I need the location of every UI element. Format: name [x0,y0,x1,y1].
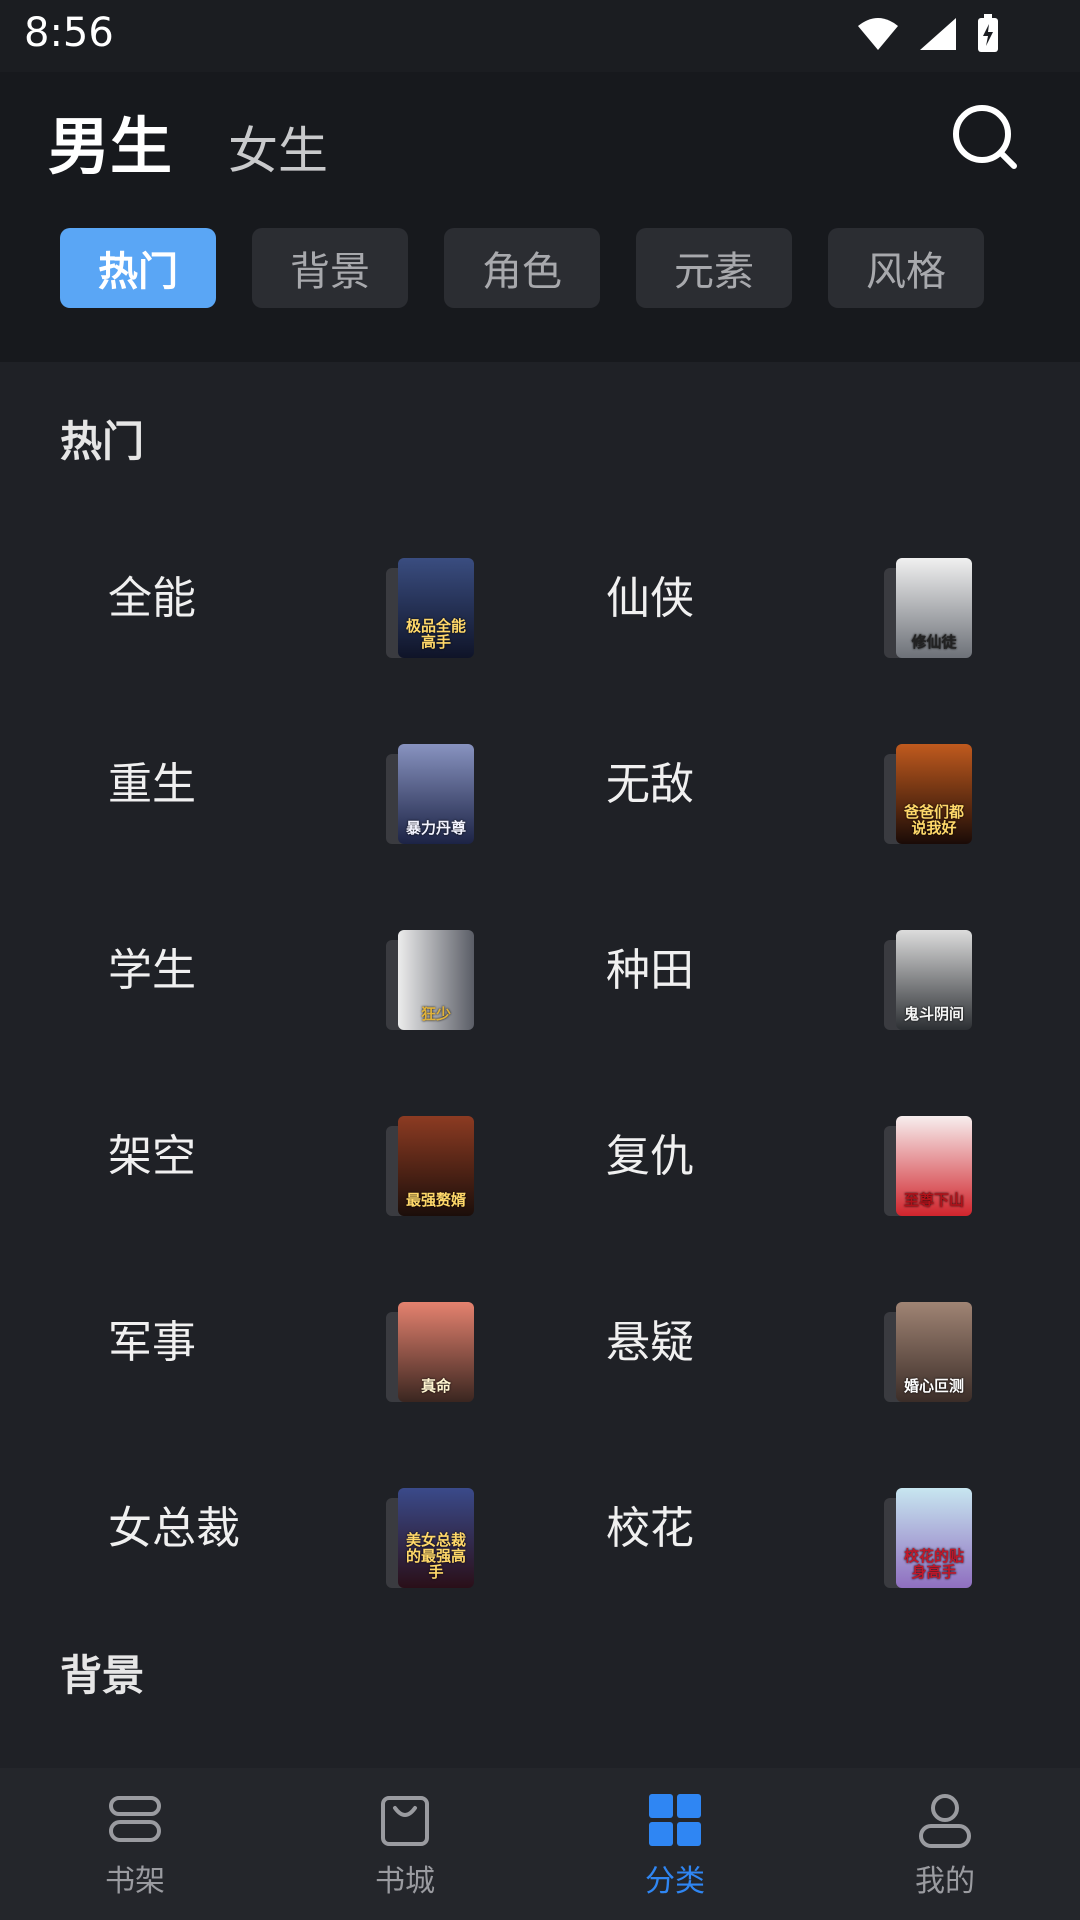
cover-title: 真命 [420,1377,451,1395]
battery-charging-icon [978,14,998,52]
cover-title: 修仙徒 [911,633,957,651]
nav-label: 书架 [105,1864,165,1899]
category-item[interactable]: 重生 暴力丹尊 [0,684,540,870]
chip-style[interactable]: 风格 [828,228,984,308]
book-cover: 爸爸们都说我好 [896,744,972,844]
gender-tabs: 男生 女生 [48,96,328,186]
book-cover: 真命 [398,1302,474,1402]
search-icon [953,105,1017,169]
nav-label: 分类 [645,1864,705,1899]
cover-title: 至尊下山 [903,1191,964,1209]
category-item[interactable]: 架空 最强赘婿 [0,1056,540,1242]
nav-label: 书城 [375,1864,435,1899]
chip-role[interactable]: 角色 [444,228,600,308]
category-label: 全能 [108,573,196,624]
book-cover: 最强赘婿 [398,1116,474,1216]
wifi-icon [858,18,898,50]
category-item[interactable]: 悬疑 婚心叵测 [498,1242,1038,1428]
book-cover: 鬼斗阴间 [896,930,972,1030]
signal-icon [920,18,956,50]
category-item[interactable]: 女总裁 美女总裁的最强高手 [0,1428,540,1614]
cover-title: 鬼斗阴间 [903,1005,964,1023]
category-item[interactable]: 复仇 至尊下山 [498,1056,1038,1242]
bookshelf-icon [109,1796,161,1842]
bottom-nav: 书架 书城 分类 我的 [0,1768,1080,1920]
cover-title: 狂少 [420,1005,451,1023]
cover-title: 美女总裁的最强高手 [405,1531,466,1581]
book-cover: 至尊下山 [896,1116,972,1216]
search-button[interactable] [950,102,1020,172]
category-item[interactable]: 校花 校花的贴身高手 [498,1428,1038,1614]
category-item[interactable]: 仙侠 修仙徒 [498,498,1038,684]
book-cover: 婚心叵测 [896,1302,972,1402]
tab-female[interactable]: 女生 [228,111,328,183]
nav-bookshelf[interactable]: 书架 [0,1768,270,1920]
category-label: 仙侠 [606,573,694,624]
category-item[interactable]: 学生 狂少 [0,870,540,1056]
filter-chips: 热门 背景 角色 元素 风格 [60,228,984,308]
book-cover: 狂少 [398,930,474,1030]
category-label: 学生 [108,945,196,996]
category-label: 军事 [108,1317,196,1368]
category-label: 重生 [108,759,196,810]
status-time: 8:56 [24,10,114,56]
book-cover: 修仙徒 [896,558,972,658]
nav-category[interactable]: 分类 [540,1768,810,1920]
chip-element[interactable]: 元素 [636,228,792,308]
section-title-background: 背景 [60,1651,145,1700]
cover-title: 校花的贴身高手 [903,1547,964,1581]
cover-title: 极品全能高手 [405,617,466,651]
category-label: 校花 [606,1503,694,1554]
section-title-hot: 热门 [60,417,145,466]
category-content[interactable]: 热门 全能 极品全能高手 仙侠 修仙徒 重生 暴力丹尊 无敌 爸爸们都说我好 学… [0,362,1080,1768]
chip-background[interactable]: 背景 [252,228,408,308]
nav-bookstore[interactable]: 书城 [270,1768,540,1920]
book-cover: 暴力丹尊 [398,744,474,844]
category-label: 架空 [108,1131,196,1182]
category-label: 悬疑 [606,1317,694,1368]
cover-title: 暴力丹尊 [405,819,466,837]
cover-title: 最强赘婿 [405,1191,466,1209]
nav-profile[interactable]: 我的 [810,1768,1080,1920]
cover-title: 爸爸们都说我好 [903,803,964,837]
nav-label: 我的 [915,1864,975,1899]
header: 男生 女生 热门 背景 角色 元素 风格 [0,72,1080,362]
chip-hot[interactable]: 热门 [60,228,216,308]
book-cover: 校花的贴身高手 [896,1488,972,1588]
cover-title: 婚心叵测 [903,1377,964,1395]
tab-male[interactable]: 男生 [48,96,172,186]
category-label: 无敌 [606,759,694,810]
category-label: 复仇 [606,1131,694,1182]
category-label: 种田 [606,945,694,996]
profile-icon [919,1794,971,1848]
status-icons [856,14,1000,54]
book-cover: 极品全能高手 [398,558,474,658]
category-item[interactable]: 全能 极品全能高手 [0,498,540,684]
bookstore-bag-icon [381,1796,429,1846]
category-item[interactable]: 无敌 爸爸们都说我好 [498,684,1038,870]
category-item[interactable]: 军事 真命 [0,1242,540,1428]
category-grid-icon [649,1794,701,1846]
category-item[interactable]: 种田 鬼斗阴间 [498,870,1038,1056]
book-cover: 美女总裁的最强高手 [398,1488,474,1588]
status-bar: 8:56 [0,0,1080,72]
category-label: 女总裁 [108,1503,240,1554]
